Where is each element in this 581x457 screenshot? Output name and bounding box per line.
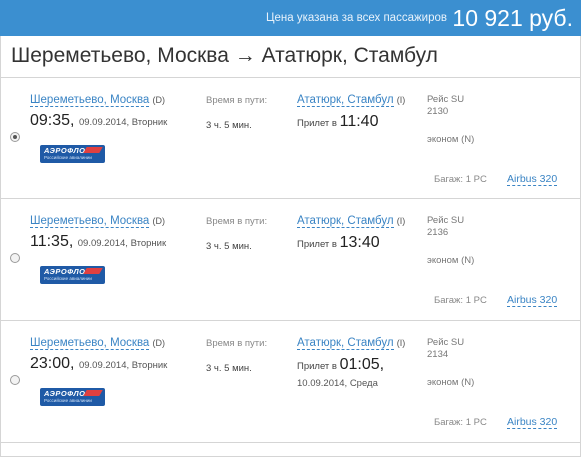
- flight-option-radio[interactable]: [10, 132, 20, 142]
- aeroflot-logo: АЭРОФЛОТ Российские авиалинии: [40, 266, 105, 284]
- cabin-class: эконом (N): [427, 255, 475, 266]
- arrival-prefix: Прилет в: [297, 361, 337, 372]
- departure-airport: Шереметьево, Москва (D): [30, 215, 166, 228]
- baggage-allowance: Багаж: 1 PC: [434, 174, 487, 185]
- arrival-time: 01:05: [339, 356, 380, 373]
- route-title: Шереметьево, Москва → Ататюрк, Стамбул: [11, 44, 438, 67]
- departure-airport-link[interactable]: Шереметьево, Москва: [30, 337, 150, 350]
- aeroflot-logo: АЭРОФЛОТ Российские авиалинии: [40, 388, 105, 406]
- arrival-airport-link[interactable]: Ататюрк, Стамбул: [297, 94, 394, 107]
- departure-time-line: 11:35, 09.09.2014, Вторник: [30, 233, 167, 250]
- departure-time-line: 09:35, 09.09.2014, Вторник: [30, 112, 168, 129]
- aircraft-link[interactable]: Airbus 320: [507, 294, 558, 307]
- flight-number: 2136: [427, 227, 449, 238]
- price-header: Цена указана за всех пассажиров 10 921 р…: [0, 0, 581, 36]
- arrival-time: 13:40: [339, 234, 380, 251]
- flight-info: Рейс SU 2136: [427, 215, 464, 239]
- departure-date: 09.09.2014, Вторник: [78, 117, 168, 128]
- arrival-time-line: Прилет в 01:05,: [297, 356, 385, 373]
- travel-time-label: Время в пути:: [206, 338, 268, 349]
- arrival-time: 11:40: [339, 113, 379, 130]
- divider: [1, 442, 580, 443]
- departure-time-line: 23:00, 09.09.2014, Вторник: [30, 355, 168, 372]
- aeroflot-logo: АЭРОФЛОТ Российские авиалинии: [40, 145, 105, 163]
- cabin-class: эконом (N): [427, 134, 475, 145]
- departure-time: 09:35: [30, 112, 71, 129]
- travel-duration: 3 ч. 5 мин.: [206, 241, 252, 252]
- departure-time: 23:00: [30, 355, 71, 372]
- departure-airport: Шереметьево, Москва (D): [30, 94, 166, 107]
- arrival-time-line: Прилет в 13:40: [297, 234, 380, 252]
- departure-terminal: (D): [152, 338, 166, 348]
- arrival-terminal: (I): [396, 338, 406, 348]
- departure-airport-link[interactable]: Шереметьево, Москва: [30, 215, 150, 228]
- arrival-prefix: Прилет в: [297, 239, 337, 250]
- arrival-time-line: Прилет в 11:40: [297, 113, 378, 131]
- flight-option-radio[interactable]: [10, 253, 20, 263]
- flight-label: Рейс SU: [427, 215, 465, 226]
- total-price: 10 921 руб.: [452, 5, 573, 31]
- travel-time-label: Время в пути:: [206, 95, 268, 106]
- cabin-class: эконом (N): [427, 377, 475, 388]
- arrival-airport-link[interactable]: Ататюрк, Стамбул: [297, 215, 394, 228]
- flight-number: 2134: [427, 349, 449, 360]
- price-caption: Цена указана за всех пассажиров: [266, 12, 447, 24]
- departure-airport: Шереметьево, Москва (D): [30, 337, 166, 350]
- aircraft-type: Airbus 320: [507, 173, 558, 186]
- arrival-airport: Ататюрк, Стамбул (I): [297, 337, 406, 350]
- baggage-allowance: Багаж: 1 PC: [434, 417, 487, 428]
- arrival-terminal: (I): [396, 95, 406, 105]
- flight-label: Рейс SU: [427, 94, 465, 105]
- arrival-date: 10.09.2014, Среда: [297, 378, 378, 389]
- arrival-airport-link[interactable]: Ататюрк, Стамбул: [297, 337, 394, 350]
- flight-number: 2130: [427, 106, 449, 117]
- flight-label: Рейс SU: [427, 337, 465, 348]
- aircraft-type: Airbus 320: [507, 416, 558, 429]
- baggage-allowance: Багаж: 1 PC: [434, 295, 487, 306]
- itinerary-panel: Шереметьево, Москва → Ататюрк, Стамбул Ш…: [0, 36, 581, 457]
- arrival-airport: Ататюрк, Стамбул (I): [297, 215, 406, 228]
- flight-option[interactable]: Шереметьево, Москва (D) 09:35, 09.09.201…: [1, 78, 580, 198]
- flight-info: Рейс SU 2134: [427, 337, 464, 361]
- travel-duration: 3 ч. 5 мин.: [206, 120, 252, 131]
- departure-terminal: (D): [152, 216, 166, 226]
- departure-airport-link[interactable]: Шереметьево, Москва: [30, 94, 150, 107]
- flight-info: Рейс SU 2130: [427, 94, 464, 118]
- arrival-prefix: Прилет в: [297, 118, 337, 129]
- arrival-terminal: (I): [396, 216, 406, 226]
- aircraft-link[interactable]: Airbus 320: [507, 173, 558, 186]
- travel-time-label: Время в пути:: [206, 216, 268, 227]
- aircraft-link[interactable]: Airbus 320: [507, 416, 558, 429]
- travel-duration: 3 ч. 5 мин.: [206, 363, 252, 374]
- departure-date: 09.09.2014, Вторник: [78, 360, 168, 371]
- flight-option[interactable]: Шереметьево, Москва (D) 11:35, 09.09.201…: [1, 199, 580, 319]
- arrival-airport: Ататюрк, Стамбул (I): [297, 94, 406, 107]
- departure-terminal: (D): [152, 95, 166, 105]
- departure-date: 09.09.2014, Вторник: [77, 238, 167, 249]
- flight-option-radio[interactable]: [10, 375, 20, 385]
- departure-time: 11:35: [30, 233, 69, 250]
- flight-option[interactable]: Шереметьево, Москва (D) 23:00, 09.09.201…: [1, 321, 580, 441]
- aircraft-type: Airbus 320: [507, 294, 558, 307]
